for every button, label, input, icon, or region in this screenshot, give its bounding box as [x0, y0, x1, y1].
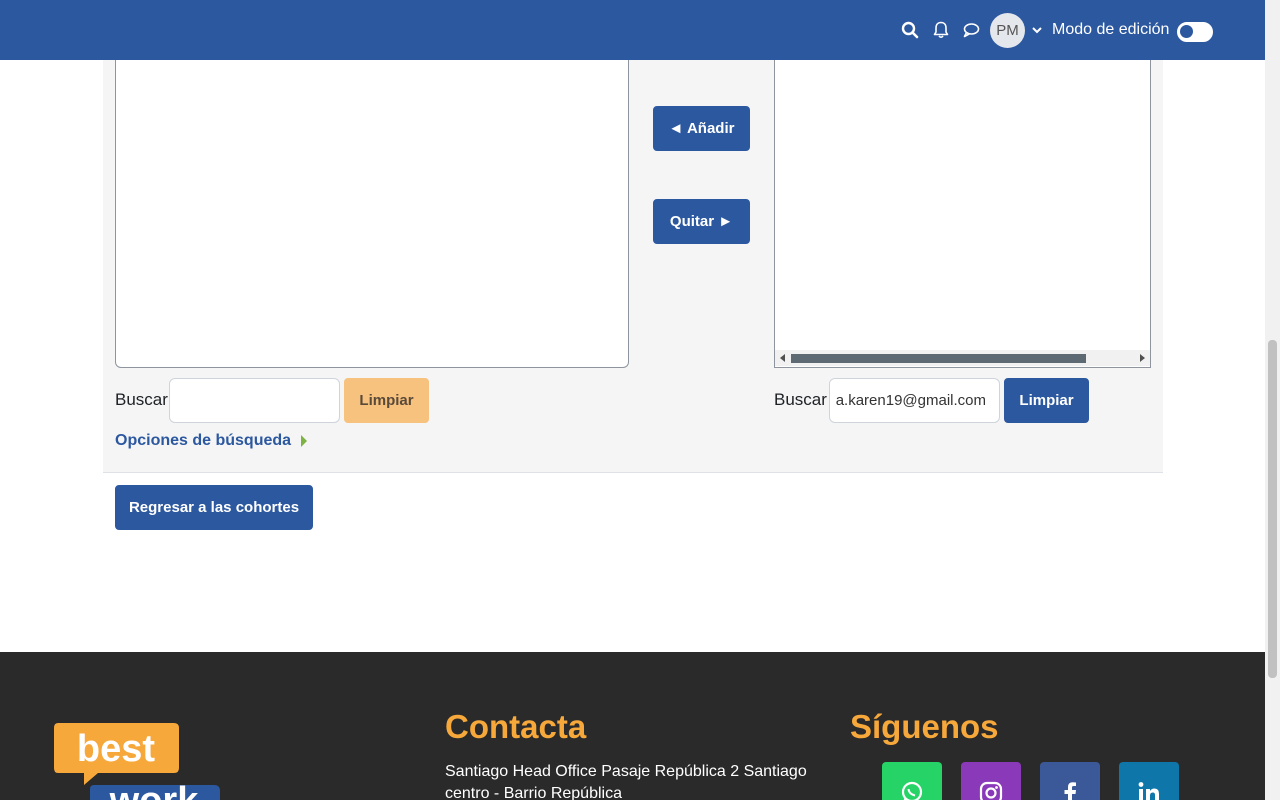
- left-clear-button[interactable]: Limpiar: [344, 378, 429, 423]
- listbox-horizontal-scrollbar[interactable]: [775, 350, 1150, 366]
- linkedin-link[interactable]: [1119, 762, 1179, 800]
- right-search-input[interactable]: a.karen19@gmail.com: [829, 378, 1000, 423]
- chevron-down-icon[interactable]: [1031, 24, 1043, 36]
- facebook-icon: [1064, 782, 1076, 800]
- edit-mode-toggle[interactable]: [1177, 22, 1213, 42]
- whatsapp-link[interactable]: [882, 762, 942, 800]
- right-search-value: a.karen19@gmail.com: [835, 392, 986, 409]
- facebook-link[interactable]: [1040, 762, 1100, 800]
- contact-address: Santiago Head Office Pasaje República 2 …: [445, 763, 807, 800]
- messages-chat-icon[interactable]: [961, 20, 981, 40]
- bestwork-logo[interactable]: best work: [54, 723, 224, 800]
- toggle-knob: [1180, 25, 1193, 38]
- right-search-label: Buscar: [774, 390, 827, 409]
- top-navbar: PM Modo de edición: [0, 0, 1265, 60]
- linkedin-icon: [1138, 782, 1159, 800]
- right-clear-button[interactable]: Limpiar: [1004, 378, 1089, 423]
- follow-heading: Síguenos: [850, 708, 999, 745]
- back-to-cohorts-button[interactable]: Regresar a las cohortes: [115, 485, 313, 530]
- search-options-link[interactable]: Opciones de búsqueda: [115, 432, 308, 450]
- search-icon[interactable]: [900, 20, 920, 40]
- logo-text-best: best: [77, 728, 155, 770]
- left-search-label: Buscar: [115, 390, 168, 409]
- site-footer: best work Contacta Santiago Head Office …: [0, 652, 1265, 800]
- scrollbar-thumb[interactable]: [1268, 340, 1277, 678]
- current-users-listbox[interactable]: [774, 50, 1151, 368]
- instagram-icon: [979, 781, 1003, 800]
- contact-heading: Contacta: [445, 708, 587, 745]
- scroll-left-arrow-icon[interactable]: [780, 354, 785, 362]
- logo-text-work: work: [109, 780, 200, 800]
- page-scrollbar[interactable]: [1265, 0, 1280, 800]
- scroll-right-arrow-icon[interactable]: [1140, 354, 1145, 362]
- notifications-bell-icon[interactable]: [931, 20, 951, 40]
- instagram-link[interactable]: [961, 762, 1021, 800]
- search-options-label: Opciones de búsqueda: [115, 432, 292, 449]
- whatsapp-icon: [901, 781, 923, 800]
- remove-button[interactable]: Quitar ►: [653, 199, 750, 244]
- potential-users-listbox[interactable]: [115, 50, 629, 368]
- left-search-input[interactable]: [169, 378, 340, 423]
- edit-mode-label: Modo de edición: [1052, 21, 1170, 38]
- expand-triangle-icon: [301, 435, 308, 447]
- scrollbar-thumb[interactable]: [791, 354, 1086, 363]
- add-button[interactable]: ◄ Añadir: [653, 106, 750, 151]
- user-avatar[interactable]: PM: [990, 13, 1025, 48]
